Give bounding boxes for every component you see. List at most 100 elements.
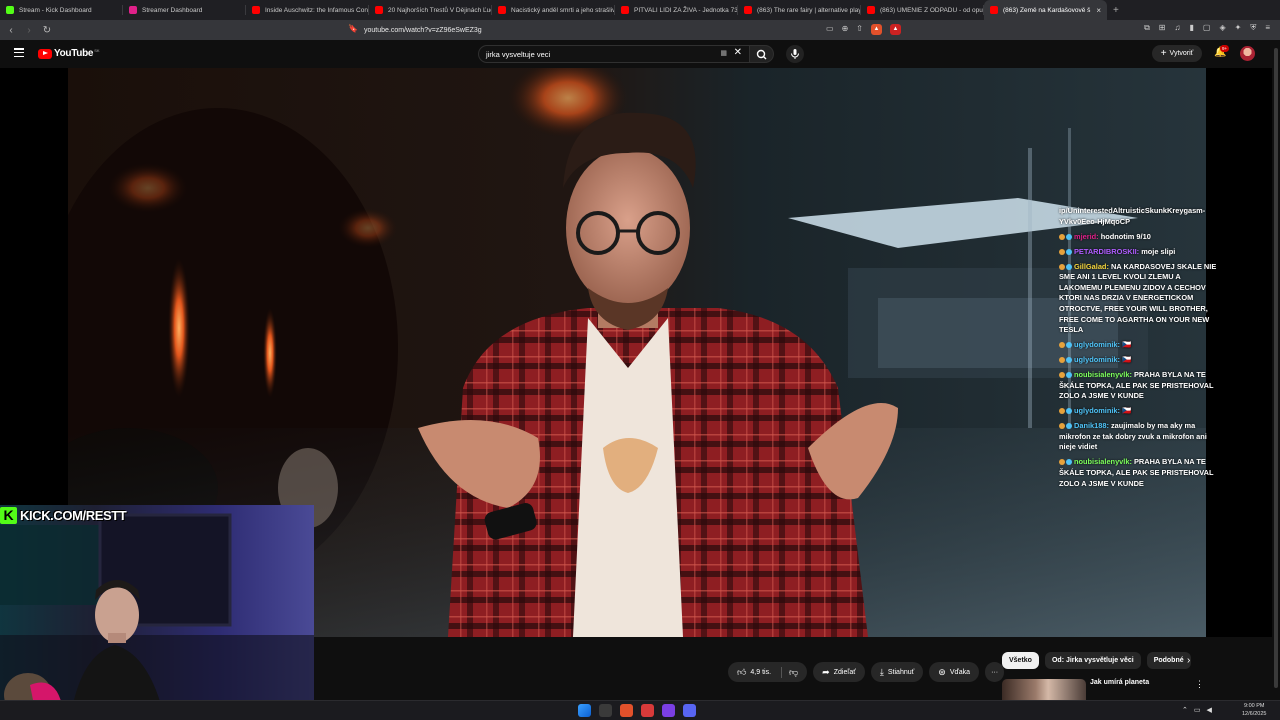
keyboard-icon[interactable]: ▦ <box>720 49 727 57</box>
new-tab-button[interactable]: + <box>1113 5 1119 16</box>
kick-channel-label: K KICK.COM/RESTT <box>0 505 138 525</box>
recommendation-title[interactable]: Jak umírá planeta <box>1090 679 1149 686</box>
share-arrow-icon: ➦ <box>822 666 830 677</box>
share-button[interactable]: ➦ Zdieľať <box>813 662 865 682</box>
browser-tab[interactable]: 20 Najhorších Trestů V Dějinách Ľuds <box>369 0 492 20</box>
tray-chevron-icon[interactable]: ⌃ <box>1182 706 1188 714</box>
chat-message: uglydominik: 🇨🇿 <box>1059 406 1224 417</box>
kick-logo-icon: K <box>0 506 17 524</box>
forward-icon[interactable]: › <box>22 25 36 36</box>
chat-message: uglydominik: 🇨🇿 <box>1059 340 1224 351</box>
vpn-icon[interactable]: ⛨ <box>1250 23 1256 33</box>
filter-chip[interactable]: Všetko <box>1002 652 1039 669</box>
tab-label: Inside Auschwitz: the Infamous Conc <box>265 6 369 14</box>
browser-tab[interactable]: PITVALI LIDI ZA ŽIVA - Jednotka 731 <box>615 0 738 20</box>
chat-text: hodnotim 9/10 <box>1100 231 1151 241</box>
filter-chip[interactable]: Od: Jirka vysvětluje věci <box>1044 652 1141 669</box>
brave-shields-icon[interactable]: ▲ <box>870 24 882 35</box>
tab-favicon-icon <box>129 6 137 14</box>
webcam-frame <box>0 505 314 720</box>
zoom-icon[interactable]: ⊕ <box>842 24 849 35</box>
tab-label: (863) Země na Kardašovově š <box>1003 6 1091 14</box>
leo-icon[interactable]: ✦ <box>1235 23 1242 33</box>
extensions-icon[interactable]: ⧉ <box>1144 23 1150 33</box>
streamer-webcam <box>0 505 314 720</box>
video-actions: 👍︎ 4,9 tis. 👎︎ ➦ Zdieľať ⤓ Stiahnuť ⊛ Vď… <box>728 662 1005 682</box>
back-icon[interactable]: ‹ <box>4 25 18 36</box>
translate-icon[interactable]: ⊞ <box>1159 23 1166 33</box>
chat-message: uglydominik: 🇨🇿 <box>1059 355 1224 366</box>
search-button[interactable] <box>750 45 774 63</box>
tab-favicon-icon <box>252 6 260 14</box>
share-icon[interactable]: ⇧ <box>856 24 863 35</box>
chat-message: ip/UninterestedAltruisticSkunkKreygasm-Y… <box>1059 206 1224 227</box>
clear-search-icon[interactable]: ✕ <box>734 47 742 58</box>
hamburger-menu-icon[interactable] <box>14 48 24 57</box>
media-icon[interactable]: ♫ <box>1175 23 1181 33</box>
tab-close-icon[interactable]: × <box>1096 6 1101 15</box>
browser-tab[interactable]: (863) UMENIE Z ODPADU - od opust <box>861 0 984 20</box>
chat-username: PETARDIBROSKII: <box>1074 246 1140 256</box>
chat-message: GillGalad: NA KARDASOVEJ SKALE NIE SME A… <box>1059 262 1224 336</box>
thumbs-down-icon[interactable]: 👎︎ <box>781 666 798 678</box>
chat-text: moje slipi <box>1141 246 1176 256</box>
like-button[interactable]: 👍︎ 4,9 tis. 👎︎ <box>728 662 808 682</box>
brave-icon[interactable] <box>620 704 633 717</box>
browser-tab[interactable]: (863) Země na Kardašovově š × <box>984 0 1107 20</box>
cast-icon[interactable]: ▭ <box>826 24 834 35</box>
tab-label: Nacistický anděl smrti a jeho strašliv <box>511 6 615 14</box>
taskbar-clock[interactable]: 9:00 PM 12/6/2025 <box>1242 703 1266 718</box>
chat-message: PETARDIBROSKII: moje slipi <box>1059 247 1224 258</box>
chat-message: noubisialenyvlk: PRAHA BYLA NA TE ŠKÁLE … <box>1059 370 1224 402</box>
network-icon[interactable]: ▭ <box>1194 706 1201 714</box>
windows-start-icon[interactable] <box>578 704 591 717</box>
wallet-icon[interactable]: ◈ <box>1219 23 1225 33</box>
recommendation-filters: Všetko Od: Jirka vysvětluje věci Podobné <box>1002 652 1191 669</box>
browser-tab[interactable]: Streamer Dashboard <box>123 0 246 20</box>
kick-url: KICK.COM/RESTT <box>20 507 127 523</box>
chat-username: mjerid: <box>1074 231 1099 241</box>
volume-icon[interactable]: ◀︎ <box>1207 706 1212 714</box>
recommendation-thumbnail[interactable] <box>1002 679 1086 702</box>
recommendation-more-icon[interactable]: ⋮ <box>1195 679 1204 690</box>
chat-badge-icon <box>1059 370 1074 381</box>
page-scrollbar[interactable] <box>1272 40 1280 700</box>
youtube-logo[interactable]: YouTube SK <box>38 48 100 59</box>
chat-message: Danik188: zaujimalo by ma aky ma mikrofo… <box>1059 421 1224 453</box>
browser-tab-strip: Stream - Kick Dashboard Streamer Dashboar… <box>0 0 1280 20</box>
browser-tab[interactable]: Nacistický anděl smrti a jeho strašliv <box>492 0 615 20</box>
browser-tab[interactable]: Inside Auschwitz: the Infamous Conc <box>246 0 369 20</box>
voice-search-button[interactable] <box>786 45 804 63</box>
chat-text: 🇨🇿 <box>1122 340 1132 350</box>
bookmark-icon[interactable]: 🔖 <box>348 24 358 33</box>
chat-username: uglydominik: <box>1074 355 1120 365</box>
tab-label: PITVALI LIDI ZA ŽIVA - Jednotka 731 <box>634 6 738 14</box>
reload-icon[interactable]: ↻ <box>40 25 54 36</box>
chat-username: uglydominik: <box>1074 406 1120 416</box>
sidebar-icon[interactable]: ▮ <box>1190 23 1194 33</box>
browser-tab[interactable]: Stream - Kick Dashboard <box>0 0 123 20</box>
download-button[interactable]: ⤓ Stiahnuť <box>870 662 924 682</box>
browser-tab[interactable]: (863) The rare fairy | alternative playl… <box>738 0 861 20</box>
plus-icon: + <box>1160 48 1167 59</box>
create-button[interactable]: + Vytvoriť <box>1152 45 1202 62</box>
chevron-right-icon[interactable]: › <box>1187 655 1190 666</box>
windows-taskbar: ⌃ ▭ ◀︎ 9:00 PM 12/6/2025 <box>0 700 1280 720</box>
filter-chip[interactable]: Podobné <box>1146 652 1191 669</box>
app-icon-red[interactable] <box>641 704 654 717</box>
tab-favicon-icon <box>990 6 998 14</box>
tab-favicon-icon <box>744 6 752 14</box>
tab-label: 20 Najhorších Trestů V Dějinách Ľuds <box>388 6 492 14</box>
menu-icon[interactable]: ≡ <box>1265 23 1270 33</box>
discord-icon[interactable] <box>683 704 696 717</box>
chat-message: mjerid: hodnotim 9/10 <box>1059 232 1224 243</box>
twitch-icon[interactable] <box>662 704 675 717</box>
xbox-icon[interactable] <box>599 704 612 717</box>
thanks-button[interactable]: ⊛ Vďaka <box>929 662 980 682</box>
account-avatar[interactable] <box>1240 46 1255 61</box>
brave-rewards-icon[interactable]: ▲ <box>889 24 901 35</box>
search-input[interactable]: jirka vysveltuje veci ▦ ✕ <box>478 45 750 63</box>
chat-username: GillGalad: <box>1074 261 1109 271</box>
chat-badge-icon <box>1059 457 1074 468</box>
tab-search-icon[interactable]: ▢ <box>1203 23 1211 33</box>
